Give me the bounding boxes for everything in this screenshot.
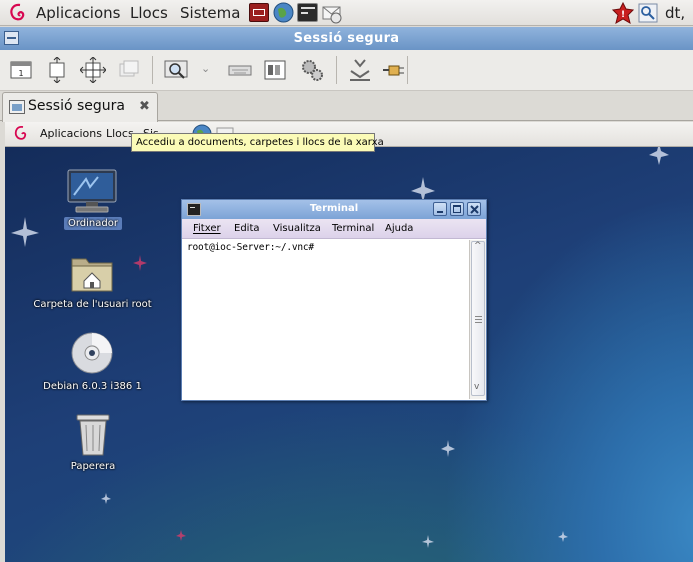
scroll-up-icon[interactable]: ^ — [474, 241, 482, 251]
scroll-down-icon[interactable]: v — [474, 382, 479, 392]
menu-aplicacions[interactable]: Aplicacions — [36, 4, 120, 22]
terminal-titlebar[interactable]: Terminal — [182, 200, 486, 219]
zoom-icon[interactable] — [163, 57, 189, 83]
scrollbar-thumb[interactable]: ^ v — [471, 241, 485, 396]
trash-icon — [76, 414, 110, 456]
toolbar-separator — [407, 56, 408, 84]
computer-icon — [67, 169, 117, 213]
web-browser-icon[interactable] — [273, 2, 294, 23]
desktop-icon-label: Debian 6.0.3 i386 1 — [43, 381, 142, 392]
terminal-scrollbar[interactable]: ^ v — [469, 240, 486, 399]
disconnect-plug-icon[interactable] — [380, 57, 406, 83]
close-icon — [470, 205, 479, 214]
desktop-icon-label: Carpeta de l'usuari root — [33, 299, 152, 310]
desktop-icon-home-folder[interactable]: Carpeta de l'usuari root — [25, 247, 160, 317]
remote-menu-aplicacions[interactable]: Aplicacions — [40, 127, 102, 140]
tab-sessio-segura[interactable]: Sessió segura ✖ — [2, 92, 158, 122]
cd-disc-icon — [71, 332, 113, 374]
window-titlebar[interactable]: Sessió segura — [0, 27, 693, 50]
window-title: Sessió segura — [293, 31, 400, 46]
terminal-menu-visualitza[interactable]: Visualitza — [273, 223, 321, 234]
remote-menu-llocs[interactable]: Llocs — [106, 127, 134, 140]
chevron-down-icon[interactable]: ⌄ — [201, 62, 210, 75]
fit-window-icon[interactable] — [80, 57, 106, 83]
menu-llocs[interactable]: Llocs — [130, 4, 168, 22]
terminal-prompt: root@ioc-Server:~/.vnc# — [187, 242, 314, 253]
desktop-icon-ordinador[interactable]: Ordinador — [53, 165, 133, 235]
terminal-menu-terminal[interactable]: Terminal — [332, 223, 374, 234]
keyboard-shortcut-icon[interactable]: 1 — [8, 57, 34, 83]
minimize-button[interactable] — [433, 202, 447, 216]
tab-label: Sessió segura — [28, 98, 125, 114]
home-folder-icon — [71, 258, 113, 292]
tooltip: Accediu a documents, carpetes i llocs de… — [131, 133, 384, 152]
debian-logo-icon[interactable] — [14, 125, 28, 143]
screenshot-download-icon[interactable] — [347, 57, 373, 83]
update-alert-icon[interactable]: ! — [612, 2, 634, 24]
terminal-menu-fitxer[interactable]: Fitxer — [193, 223, 221, 234]
terminal-window[interactable]: Terminal Fitxer Edita Visualitza Termina… — [181, 199, 487, 401]
menu-sistema[interactable]: Sistema — [180, 4, 240, 22]
desktop-icon-label: Paperera — [70, 461, 116, 472]
top-panel: Aplicacions Llocs Sistema ! dt, — [0, 0, 693, 26]
debian-logo-icon[interactable] — [9, 3, 27, 23]
terminal-menu-edita[interactable]: Edita — [234, 223, 260, 234]
svg-text:!: ! — [621, 10, 625, 20]
session-tab-icon — [9, 100, 25, 114]
toolbar: 1 ⌄ — [0, 50, 693, 91]
view-only-icon[interactable] — [262, 57, 288, 83]
fullscreen-icon[interactable] — [44, 57, 70, 83]
clock-label[interactable]: dt, — [665, 4, 685, 22]
toolbar-separator — [152, 56, 153, 84]
keyboard-icon[interactable] — [227, 57, 253, 83]
toolbar-separator — [336, 56, 337, 84]
terminal-content[interactable]: root@ioc-Server:~/.vnc# — [182, 240, 469, 400]
maximize-button[interactable] — [450, 202, 464, 216]
desktop-icon-debian-cd[interactable]: Debian 6.0.3 i386 1 — [25, 329, 160, 399]
tab-close-icon[interactable]: ✖ — [139, 99, 150, 114]
mail-notification-icon[interactable] — [321, 2, 343, 24]
close-button[interactable] — [467, 202, 481, 216]
preferences-gears-icon[interactable] — [299, 57, 325, 83]
terminal-menubar: Fitxer Edita Visualitza Terminal Ajuda — [182, 219, 486, 239]
window-left-border — [0, 122, 5, 562]
desktop-icon-label: Ordinador — [64, 217, 122, 230]
network-status-icon[interactable] — [638, 3, 658, 23]
terminal-menu-ajuda[interactable]: Ajuda — [385, 223, 413, 234]
remote-desktop-launcher-icon[interactable] — [249, 3, 269, 22]
scaling-icon-disabled[interactable] — [116, 57, 142, 83]
desktop-icon-paperera[interactable]: Paperera — [53, 409, 133, 479]
terminal-launcher-icon[interactable] — [297, 3, 318, 22]
svg-text:1: 1 — [18, 69, 23, 78]
